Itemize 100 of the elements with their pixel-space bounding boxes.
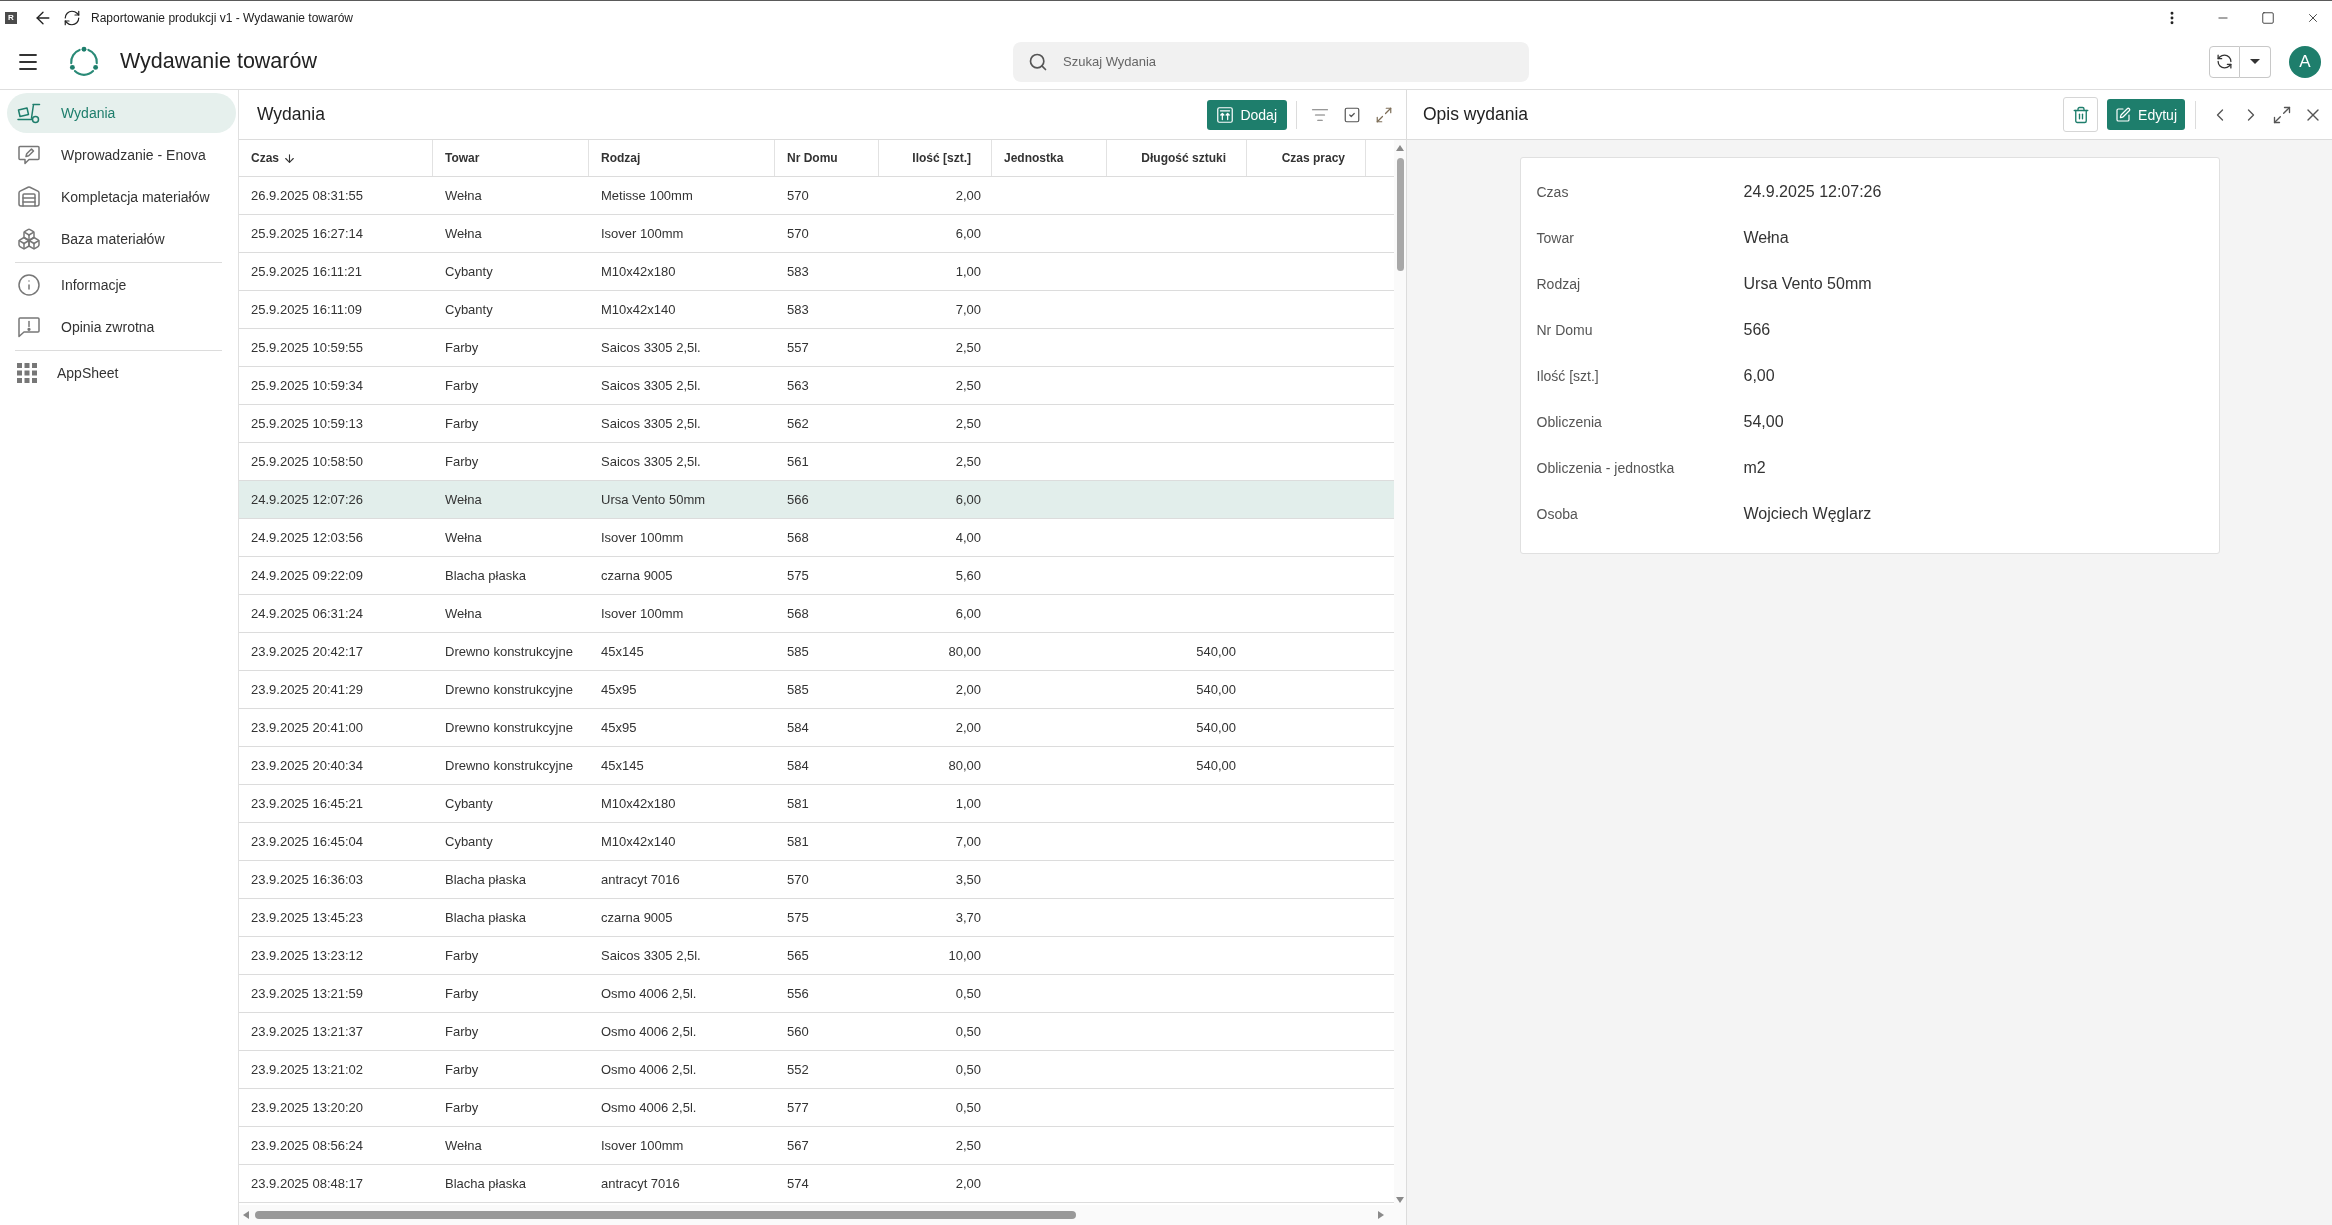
sidebar-item[interactable]: Kompletacja materiałów — [7, 177, 236, 217]
date-time: 25.9.2025 10:59:34 — [251, 378, 364, 393]
date-time: 25.9.2025 16:11:09 — [251, 302, 363, 317]
house-number: 562 — [787, 416, 809, 431]
maximize-icon[interactable] — [2261, 10, 2275, 25]
date-time: 23.9.2025 13:21:59 — [251, 986, 364, 1001]
field-value: 566 — [1743, 321, 1771, 339]
product-name: Blacha płaska — [445, 910, 526, 925]
date-time: 23.9.2025 13:21:02 — [251, 1062, 364, 1077]
quantity: 4,00 — [955, 530, 981, 545]
horizontal-scrollbar[interactable] — [239, 1205, 1406, 1225]
house-number: 570 — [787, 226, 809, 241]
product-type: Isover 100mm — [601, 606, 684, 621]
table-row[interactable]: 24.9.2025 12:07:26 Wełna Ursa Vento 50mm 566 6,00 — [239, 481, 1394, 519]
product-type: Isover 100mm — [601, 1138, 684, 1153]
date-time: 23.9.2025 13:45:23 — [251, 910, 364, 925]
scroll-left-icon[interactable] — [243, 1211, 249, 1219]
sidebar-item[interactable]: Wprowadzanie - Enova — [7, 135, 236, 175]
product-name: Farby — [445, 1062, 479, 1077]
product-type: M10x42x140 — [601, 302, 676, 317]
product-name: Cybanty — [445, 302, 493, 317]
column-header[interactable]: Rodzaj — [589, 140, 775, 176]
search-field[interactable]: Szukaj Wydania — [1013, 41, 1529, 82]
product-type: 45x145 — [601, 758, 644, 773]
date-time: 23.9.2025 13:21:37 — [251, 1024, 364, 1039]
quantity: 7,00 — [955, 302, 981, 317]
vertical-scrollbar[interactable] — [1394, 140, 1406, 1205]
house-number: 584 — [787, 758, 809, 773]
product-name: Farby — [445, 454, 479, 469]
reload-icon[interactable] — [63, 8, 81, 27]
house-number: 557 — [787, 340, 809, 355]
date-time: 23.9.2025 20:41:00 — [251, 720, 364, 735]
quantity: 2,50 — [955, 454, 981, 469]
product-name: Drewno konstrukcyjne — [445, 720, 573, 735]
column-header[interactable]: Nr Domu — [775, 140, 879, 176]
scrollbar-thumb[interactable] — [1396, 158, 1404, 271]
column-header[interactable]: Długość sztuki — [1107, 140, 1247, 176]
date-time: 23.9.2025 20:42:17 — [251, 644, 364, 659]
edit-button[interactable]: Edytuj — [2107, 99, 2185, 130]
avatar[interactable]: A — [2289, 45, 2321, 78]
scroll-up-icon[interactable] — [1396, 145, 1404, 151]
scroll-right-icon[interactable] — [1378, 1211, 1384, 1219]
grid-icon — [17, 363, 37, 383]
sidebar-item[interactable]: Baza materiałów — [7, 219, 236, 259]
product-type: 45x95 — [601, 682, 637, 697]
product-type: M10x42x140 — [601, 834, 676, 849]
chat-pencil-icon — [17, 143, 41, 167]
expand-icon[interactable] — [1375, 105, 1393, 124]
quantity: 2,50 — [955, 1138, 981, 1153]
sync-icon — [2216, 53, 2233, 70]
app-icon: R — [5, 11, 17, 24]
piece-length: 540,00 — [1196, 758, 1236, 773]
house-number: 585 — [787, 682, 809, 697]
house-number: 567 — [787, 1138, 809, 1153]
product-type: Saicos 3305 2,5l. — [601, 416, 701, 431]
quantity: 7,00 — [955, 834, 981, 849]
field-label: Ilość [szt.] — [1536, 368, 1599, 384]
field-label: Towar — [1536, 230, 1574, 246]
house-number: 575 — [787, 910, 809, 925]
column-header[interactable]: Czas pracy — [1247, 140, 1366, 176]
product-name: Cybanty — [445, 834, 493, 849]
product-type: M10x42x180 — [601, 264, 676, 279]
sidebar-item[interactable]: Informacje — [7, 265, 236, 305]
field-label: Nr Domu — [1536, 322, 1593, 338]
quantity: 6,00 — [955, 606, 981, 621]
sidebar-item[interactable]: AppSheet — [7, 353, 236, 393]
product-type: Metisse 100mm — [601, 188, 693, 203]
logo-icon — [68, 45, 100, 78]
product-type: Osmo 4006 2,5l. — [601, 986, 697, 1001]
product-name: Blacha płaska — [445, 872, 526, 887]
product-type: 45x145 — [601, 644, 644, 659]
scrollbar-thumb[interactable] — [255, 1211, 1076, 1219]
scroll-down-icon[interactable] — [1396, 1197, 1404, 1203]
piece-length: 540,00 — [1196, 644, 1236, 659]
date-time: 24.9.2025 09:22:09 — [251, 568, 364, 583]
product-type: Isover 100mm — [601, 226, 684, 241]
check-square-icon[interactable] — [1343, 105, 1361, 124]
add-button[interactable]: Dodaj — [1207, 99, 1287, 130]
house-number: 568 — [787, 530, 809, 545]
product-name: Wełna — [445, 226, 482, 241]
app-title: Wydawanie towarów — [120, 49, 317, 74]
date-time: 23.9.2025 16:45:21 — [251, 796, 364, 811]
trash-icon — [2071, 105, 2090, 124]
product-type: Saicos 3305 2,5l. — [601, 948, 701, 963]
column-header[interactable]: Jednostka — [992, 140, 1107, 176]
delete-button[interactable] — [2063, 97, 2099, 132]
sidebar-item[interactable]: Wydania — [7, 93, 236, 133]
column-header[interactable]: Towar — [433, 140, 589, 176]
field-label: Osoba — [1536, 506, 1578, 522]
sidebar-item[interactable]: Opinia zwrotna — [7, 307, 236, 347]
house-number: 570 — [787, 188, 809, 203]
column-header[interactable]: Ilość [szt.] — [879, 140, 992, 176]
product-name: Farby — [445, 340, 479, 355]
sync-button[interactable] — [2209, 45, 2240, 78]
field-label: Obliczenia — [1536, 414, 1602, 430]
column-header[interactable]: Czas — [239, 140, 433, 176]
warehouse-icon — [17, 185, 41, 209]
expand-icon[interactable] — [2272, 104, 2292, 125]
date-time: 23.9.2025 20:40:34 — [251, 758, 364, 773]
chat-exclamation-icon — [17, 315, 41, 339]
